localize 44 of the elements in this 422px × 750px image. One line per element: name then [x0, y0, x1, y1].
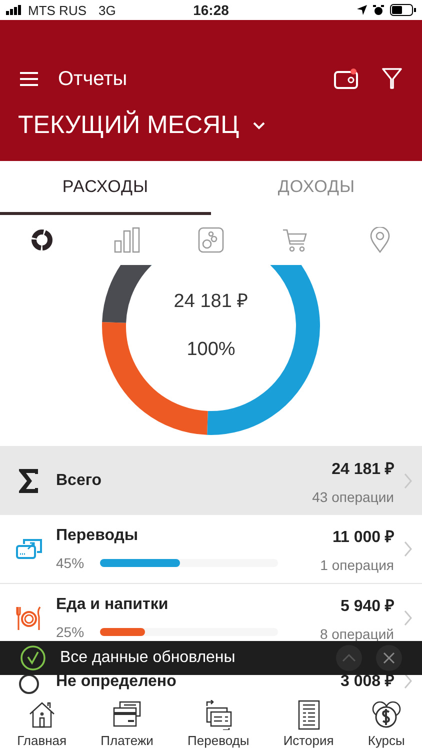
total-percent: 100% [186, 339, 236, 361]
donut-chart-icon[interactable] [30, 228, 54, 252]
filter-icon[interactable] [382, 68, 402, 90]
category-name: Всего [56, 472, 103, 490]
bar-chart-icon[interactable] [114, 227, 140, 253]
total-row[interactable]: Всего 24 181 ₽ 43 операции [0, 446, 422, 515]
total-amount: 24 181 ₽ [174, 290, 248, 313]
nav-tab[interactable]: История [281, 699, 336, 750]
chevron-right-icon [404, 610, 412, 626]
category-name: Не определено [56, 673, 178, 691]
battery-icon [390, 4, 416, 16]
category-name: Переводы [56, 527, 140, 545]
carrier-name: MTS RUS [28, 2, 86, 18]
check-circle-icon [20, 645, 46, 671]
amount: 5 940 ₽ [340, 597, 394, 616]
category-name: Еда и напитки [56, 596, 170, 614]
period-selector[interactable]: ТЕКУЩИЙ МЕСЯЦ [0, 111, 284, 140]
menu-icon[interactable] [20, 72, 38, 86]
chevron-right-icon [404, 472, 412, 488]
nav-tab[interactable]: Переводы [186, 699, 252, 750]
nav-tab[interactable]: Курсы [366, 699, 407, 750]
bubbles-icon[interactable] [198, 227, 224, 253]
wallet-icon[interactable] [334, 68, 358, 90]
location-icon [357, 5, 367, 15]
category-row[interactable]: Переводы 45% 11 000 ₽ 1 операция [0, 515, 422, 584]
chevron-right-icon [404, 541, 412, 557]
location-pin-icon[interactable] [370, 227, 390, 253]
alarm-icon [373, 4, 384, 16]
network-type: 3G [98, 2, 116, 18]
signal-icon [6, 5, 24, 15]
operation-count: 43 операции [312, 488, 394, 504]
amount: 11 000 ₽ [332, 528, 394, 547]
amount: 24 181 ₽ [332, 460, 394, 478]
chevron-down-icon [253, 122, 266, 130]
chevron-right-icon [404, 673, 412, 689]
clock-time: 16:28 [193, 2, 229, 18]
percent-label: 45% [56, 555, 86, 571]
coins-dollar-icon [371, 700, 402, 730]
operation-count: 1 операция [320, 557, 394, 573]
percent-label: 25% [56, 624, 86, 640]
cart-icon[interactable] [282, 228, 308, 252]
close-icon[interactable] [376, 645, 402, 671]
operation-count: 8 операций [320, 626, 394, 642]
screen-title: Отчеты [58, 68, 128, 90]
